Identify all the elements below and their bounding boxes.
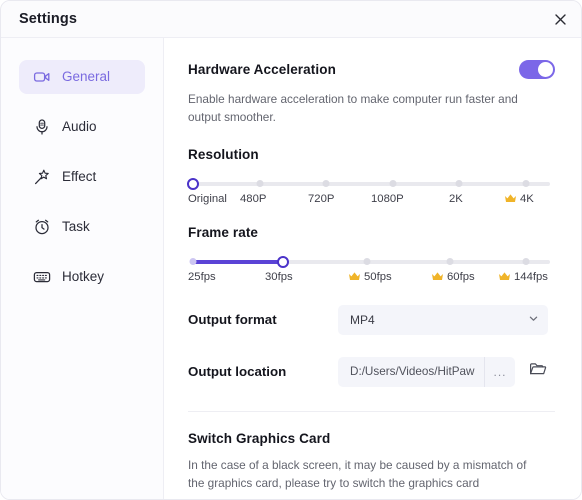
settings-dialog: Settings General Audio Effect Task Hotke…	[0, 0, 582, 500]
resolution-option-4k[interactable]: 4K	[504, 193, 534, 205]
output-location-more-button[interactable]: ...	[484, 356, 515, 387]
switch-graphics-card-description: In the case of a black screen, it may be…	[188, 457, 527, 491]
crown-icon	[349, 272, 360, 281]
folder-icon	[529, 361, 547, 382]
output-location-value: D:/Users/Videos/HitPaw	[350, 365, 475, 379]
alarm-clock-icon	[33, 218, 51, 236]
frame-rate-tick-dot	[189, 258, 197, 266]
hardware-acceleration-description: Enable hardware acceleration to make com…	[188, 92, 518, 125]
resolution-option-1080p[interactable]: 1080P	[371, 193, 404, 205]
switch-graphics-card-section: Switch Graphics Card In the case of a bl…	[188, 430, 555, 499]
frame-rate-tick-dot	[446, 258, 454, 266]
chevron-down-icon	[528, 313, 539, 327]
resolution-option-720p[interactable]: 720P	[308, 193, 334, 205]
toggle-knob	[538, 62, 553, 77]
title-bar: Settings	[1, 1, 581, 38]
magic-wand-icon	[33, 168, 51, 186]
frame-rate-tick-dot	[522, 258, 530, 266]
close-icon	[554, 13, 567, 26]
output-format-label: Output format	[188, 312, 277, 328]
resolution-section: Resolution Original 480P 720P 1080P 2K 4…	[187, 146, 555, 205]
frame-rate-title: Frame rate	[188, 224, 259, 240]
output-location-browse-button[interactable]	[525, 357, 551, 387]
crown-icon	[432, 272, 443, 281]
output-format-value: MP4	[350, 312, 375, 327]
settings-content: Hardware Acceleration Enable hardware ac…	[164, 38, 581, 499]
frame-rate-option-30fps[interactable]: 30fps	[265, 271, 293, 283]
sidebar-item-label: Audio	[62, 119, 97, 135]
output-format-row: Output format MP4	[188, 304, 555, 335]
page-title: Settings	[19, 11, 77, 27]
resolution-option-original[interactable]: Original	[188, 193, 227, 205]
output-location-label: Output location	[188, 364, 287, 380]
sidebar-item-audio[interactable]: Audio	[19, 110, 145, 144]
output-location-row: Output location D:/Users/Videos/HitPaw .…	[188, 356, 555, 387]
resolution-tick-dot	[322, 180, 330, 188]
frame-rate-section: Frame rate 25fps 30fps 50fps 60fps 144fp…	[188, 225, 555, 283]
sidebar-item-label: Effect	[62, 169, 97, 185]
keyboard-icon	[33, 268, 51, 286]
output-format-select[interactable]: MP4	[338, 304, 548, 335]
resolution-slider-track[interactable]	[193, 181, 550, 186]
sidebar-item-label: Task	[62, 219, 90, 235]
resolution-tick-dot	[389, 180, 397, 188]
resolution-title: Resolution	[188, 146, 259, 162]
crown-icon	[499, 272, 510, 281]
frame-rate-option-144fps[interactable]: 144fps	[498, 271, 548, 283]
dialog-body: General Audio Effect Task Hotkey Hardwar…	[1, 38, 581, 499]
sidebar-item-effect[interactable]: Effect	[19, 160, 145, 194]
resolution-tick-dot	[256, 180, 264, 188]
frame-rate-tick-labels: 25fps 30fps 50fps 60fps 144fps	[188, 271, 555, 287]
sidebar: General Audio Effect Task Hotkey	[1, 38, 164, 499]
close-button[interactable]	[547, 7, 573, 31]
sidebar-item-label: Hotkey	[62, 269, 105, 285]
hardware-acceleration-title: Hardware Acceleration	[188, 62, 336, 77]
frame-rate-option-50fps[interactable]: 50fps	[348, 271, 392, 283]
sidebar-item-task[interactable]: Task	[19, 210, 145, 244]
frame-rate-option-60fps[interactable]: 60fps	[431, 271, 475, 283]
video-camera-icon	[33, 68, 51, 86]
resolution-tick-dot	[522, 180, 530, 188]
resolution-tick-labels: Original 480P 720P 1080P 2K 4K	[188, 193, 555, 209]
frame-rate-option-25fps[interactable]: 25fps	[188, 271, 216, 283]
crown-icon	[505, 194, 516, 203]
hardware-acceleration-row: Hardware Acceleration	[188, 60, 555, 79]
switch-graphics-card-title: Switch Graphics Card	[188, 430, 331, 446]
frame-rate-slider-fill	[193, 259, 283, 264]
frame-rate-slider[interactable]: 25fps 30fps 50fps 60fps 144fps	[188, 253, 555, 283]
resolution-option-2k[interactable]: 2K	[449, 193, 463, 205]
section-divider	[188, 410, 555, 412]
hardware-acceleration-toggle[interactable]	[519, 60, 555, 79]
sidebar-item-label: General	[62, 69, 111, 85]
resolution-slider[interactable]: Original 480P 720P 1080P 2K 4K	[187, 175, 555, 205]
output-location-field[interactable]: D:/Users/Videos/HitPaw ...	[338, 356, 515, 387]
resolution-option-480p[interactable]: 480P	[240, 193, 266, 205]
frame-rate-tick-dot	[363, 258, 371, 266]
resolution-tick-dot	[455, 180, 463, 188]
sidebar-item-general[interactable]: General	[19, 60, 145, 94]
microphone-icon	[33, 118, 51, 136]
sidebar-item-hotkey[interactable]: Hotkey	[19, 260, 145, 294]
resolution-slider-thumb[interactable]	[187, 177, 199, 190]
frame-rate-slider-thumb[interactable]	[277, 255, 289, 268]
